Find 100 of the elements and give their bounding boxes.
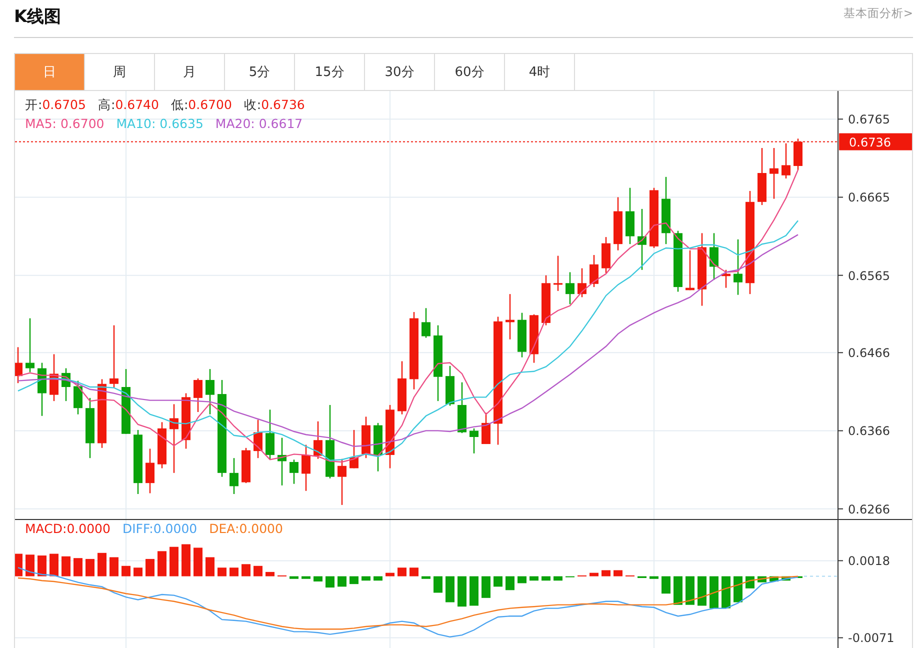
macd-bar [50, 554, 58, 576]
macd-bar [710, 576, 718, 608]
candlestick [182, 393, 190, 449]
candlestick [722, 270, 730, 288]
macd-bar [554, 576, 562, 581]
candlestick [686, 250, 694, 290]
axis-tick-label: 0.0018 [848, 554, 890, 568]
macd-bar [122, 566, 130, 576]
candlestick [482, 412, 490, 444]
candlestick [362, 416, 370, 458]
macd-bar [722, 576, 730, 608]
macd-bar [170, 546, 178, 576]
macd-bar [182, 544, 190, 576]
macd-bar [38, 556, 46, 576]
candlestick [602, 237, 610, 273]
candlestick [110, 325, 118, 388]
macd-bar [98, 552, 106, 576]
macd-bar [338, 576, 346, 587]
macd-legend-entry: MACD:0.0000 [25, 521, 110, 536]
macd-bar [422, 576, 430, 579]
macd-legend-entry: DEA:0.0000 [209, 521, 283, 536]
candlestick [614, 197, 622, 250]
candlestick [122, 369, 130, 434]
candlestick [158, 422, 166, 468]
axis-tick-label: 0.6665 [848, 190, 890, 205]
macd-bar [254, 566, 262, 576]
axis-tick-label: 0.6266 [848, 502, 890, 516]
macd-bar [602, 570, 610, 576]
axis-tick-label: 0.6366 [848, 424, 890, 438]
ma-legend-entry: MA10: 0.6635 [116, 116, 204, 131]
macd-bar [518, 576, 526, 584]
macd-bar [74, 558, 82, 576]
macd-bar [398, 568, 406, 576]
candlestick [230, 458, 238, 494]
candlestick [626, 188, 634, 244]
candlestick [386, 404, 394, 468]
macd-bar [158, 551, 166, 576]
candlestick [338, 458, 346, 505]
macd-bar [15, 554, 22, 576]
macd-bar [674, 576, 682, 605]
candlestick [554, 256, 562, 291]
candlestick [350, 430, 358, 468]
macd-bar [146, 558, 154, 576]
macd-bar [350, 576, 358, 584]
candlestick [146, 448, 154, 494]
macd-bar [194, 548, 202, 576]
candlestick [290, 460, 298, 484]
candlestick [794, 138, 802, 170]
candlestick [50, 354, 58, 402]
candlestick [566, 272, 574, 304]
candlestick [206, 369, 214, 414]
macd-bar [410, 568, 418, 576]
candlestick [650, 188, 658, 248]
macd-bar [746, 576, 754, 588]
candlestick [734, 239, 742, 295]
axis-tick-label: 0.6466 [848, 346, 890, 360]
macd-bar [590, 572, 598, 576]
macd-bar [386, 572, 394, 576]
candlestick [458, 382, 466, 434]
macd-bar [614, 570, 622, 576]
ohlc-legend-entry: 低:0.6700 [170, 97, 232, 114]
macd-bar [314, 576, 322, 582]
axis-tick-label: 0.6765 [848, 112, 890, 127]
page-title: K线图 [14, 6, 62, 28]
candlestick [758, 148, 766, 206]
candlestick [134, 430, 142, 494]
macd-bar [734, 576, 742, 602]
candlestick [62, 368, 70, 402]
macd-bar [26, 554, 34, 576]
candlestick [470, 428, 478, 454]
ohlc-legend-entry: 收:0.6736 [244, 97, 305, 114]
candlestick [15, 347, 22, 384]
macd-bar [494, 576, 502, 587]
candlestick [302, 444, 310, 491]
current-price-label: 0.6736 [849, 135, 891, 150]
ma-legend-entry: MA20: 0.6617 [215, 116, 303, 131]
ohlc-legend-entry: 高:0.6740 [98, 97, 159, 114]
candlestick [518, 312, 526, 358]
macd-bar [650, 576, 658, 579]
candlestick [38, 362, 46, 416]
candlestick [254, 420, 262, 458]
macd-bar [242, 564, 250, 576]
candlestick [242, 448, 250, 484]
candlestick [74, 380, 82, 414]
candlestick [542, 275, 550, 326]
macd-bar [86, 558, 94, 576]
candlestick [398, 361, 406, 414]
candlestick [266, 410, 274, 460]
candlestick [578, 268, 586, 298]
candlestick [446, 366, 454, 406]
candlestick [638, 208, 646, 270]
ma-legend-entry: MA5: 0.6700 [25, 116, 104, 131]
macd-bar [326, 576, 334, 588]
candlestick [98, 379, 106, 448]
macd-bar [374, 576, 382, 581]
candlestick [194, 378, 202, 412]
macd-bar [542, 576, 550, 581]
macd-bar [662, 576, 670, 594]
candlestick [422, 308, 430, 338]
candlestick [86, 398, 94, 458]
